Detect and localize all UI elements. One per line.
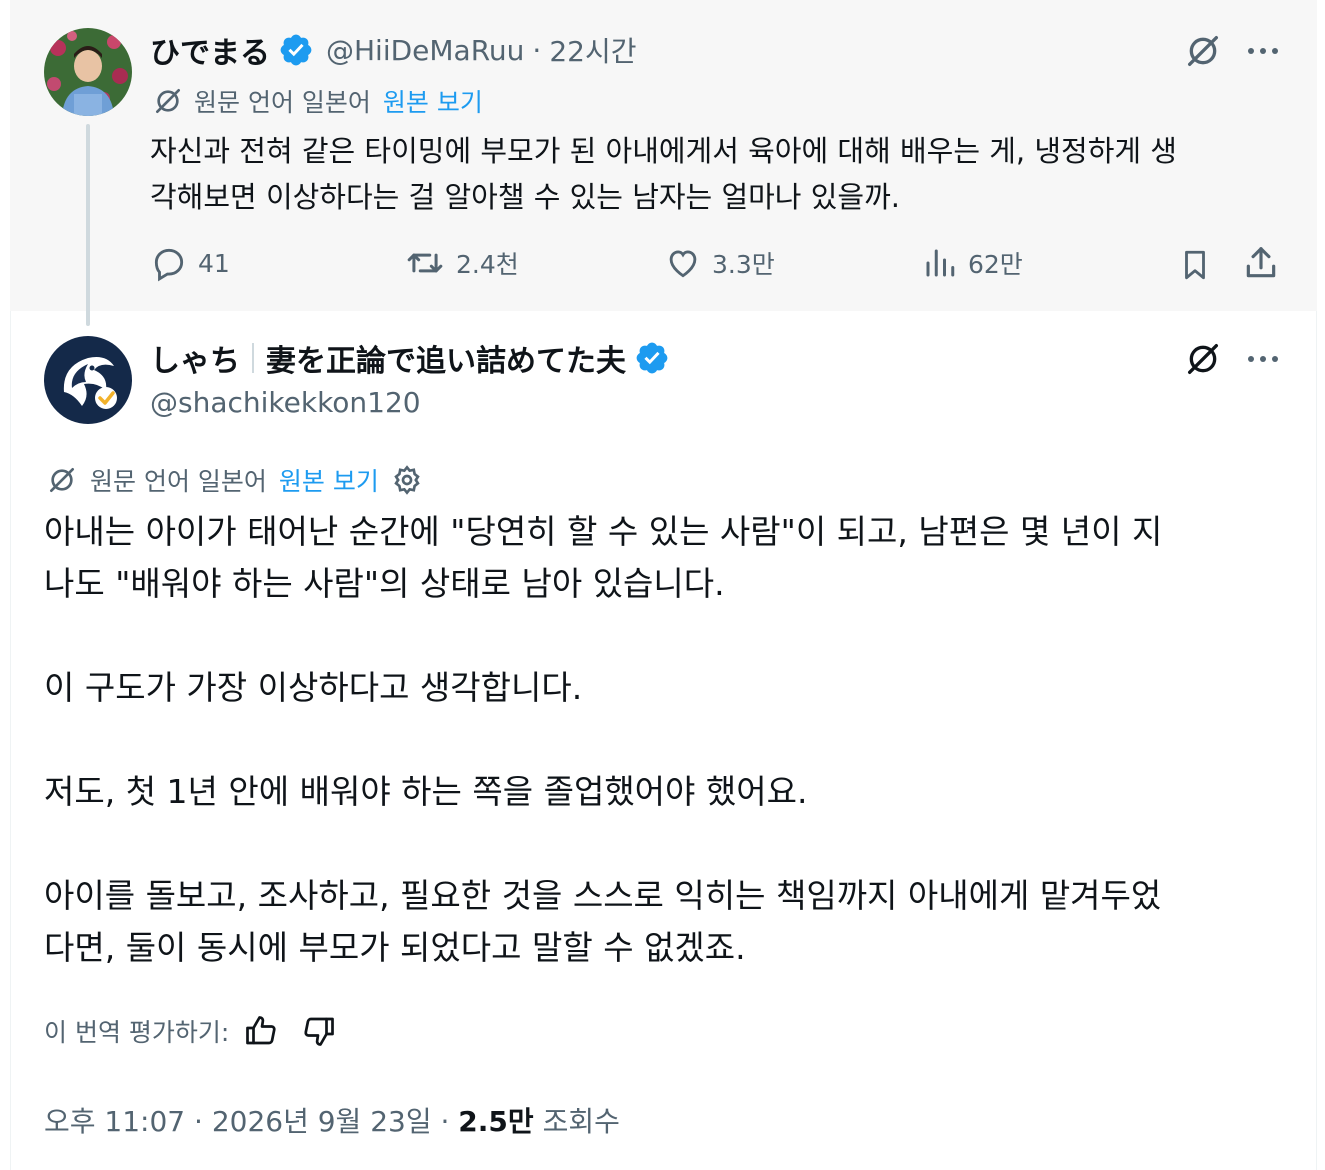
thread-line — [86, 124, 90, 326]
show-original-link[interactable]: 원본 보기 — [279, 462, 379, 498]
parent-author-name[interactable]: ひでまる — [150, 28, 270, 72]
like-button[interactable]: 3.3만 — [664, 244, 775, 282]
text-line: 저도, 첫 1년 안에 배워야 하는 쪽을 졸업했어야 했어요. — [44, 772, 808, 811]
main-handle[interactable]: @shachikekkon120 — [150, 386, 421, 419]
repost-button[interactable]: 2.4천 — [404, 244, 519, 282]
views-count: 62만 — [968, 250, 1023, 279]
text-line: 나도 "배워야 하는 사람"의 상태로 남아 있습니다. — [44, 564, 725, 603]
views-button[interactable]: 62만 — [922, 244, 1023, 282]
main-header: しゃち 妻を正論で追い詰めてた夫 — [150, 336, 670, 380]
settings-icon[interactable] — [391, 464, 423, 496]
parent-avatar[interactable] — [44, 28, 132, 116]
parent-tweet-text: 자신과 전혀 같은 타이밍에 부모가 된 아내에게서 육아에 대해 배우는 게,… — [150, 128, 1177, 220]
parent-handle[interactable]: @HiiDeMaRuu — [326, 34, 524, 67]
text-line: 다면, 둘이 동시에 부모가 되었다고 말할 수 없겠죠. — [44, 928, 746, 967]
like-icon — [669, 250, 697, 278]
grok-icon[interactable] — [1180, 336, 1226, 382]
like-count: 3.3만 — [712, 250, 775, 279]
repost-count: 2.4천 — [456, 250, 519, 279]
views-count: 2.5만 — [458, 1105, 534, 1138]
main-author-bio[interactable]: 妻を正論で追い詰めてた夫 — [266, 336, 626, 380]
show-original-link[interactable]: 원본 보기 — [383, 83, 483, 119]
main-handle-row: @shachikekkon120 — [150, 382, 421, 422]
bookmark-icon[interactable] — [1174, 244, 1216, 286]
rate-translation-label: 이 번역 평가하기: — [44, 1018, 230, 1047]
tweet-meta: 오후 11:07 · 2026년 9월 23일 · 2.5만 조회수 — [44, 1098, 620, 1142]
text-line: 아내는 아이가 태어난 순간에 "당연히 할 수 있는 사람"이 되고, 남편은… — [44, 512, 1163, 551]
reply-count: 41 — [198, 248, 230, 278]
main-author-name[interactable]: しゃち — [150, 336, 240, 380]
views-icon — [926, 249, 955, 277]
reply-icon — [154, 248, 184, 282]
repost-icon — [407, 253, 443, 273]
thumbs-up-icon[interactable] — [243, 1013, 279, 1049]
main-tweet-text: 아내는 아이가 태어난 순간에 "당연히 할 수 있는 사람"이 되고, 남편은… — [44, 506, 1162, 974]
parent-translation-bar: 원문 언어 일본어 원본 보기 — [152, 84, 483, 118]
thumbs-down-icon[interactable] — [301, 1013, 337, 1049]
verified-icon — [634, 340, 670, 376]
reply-button[interactable]: 41 — [150, 244, 230, 282]
parent-time[interactable]: 22시간 — [549, 30, 636, 70]
timestamp[interactable]: 오후 11:07 · 2026년 9월 23일 · — [44, 1100, 458, 1140]
translation-note: 원문 언어 일본어 — [194, 88, 371, 117]
grok-icon[interactable] — [1180, 28, 1226, 74]
translation-note: 원문 언어 일본어 — [90, 467, 267, 496]
translate-icon — [152, 85, 184, 117]
name-divider — [252, 343, 254, 373]
separator: · — [532, 33, 542, 67]
main-translation-bar: 원문 언어 일본어 원본 보기 — [46, 462, 423, 498]
translate-icon — [46, 464, 78, 496]
views-label: 조회수 — [533, 1105, 620, 1138]
text-line: 각해보면 이상하다는 걸 알아챌 수 있는 남자는 얼마나 있을까. — [150, 180, 900, 214]
verified-icon — [278, 32, 314, 68]
main-avatar[interactable] — [44, 336, 132, 424]
more-icon[interactable] — [1240, 28, 1286, 74]
share-icon[interactable] — [1240, 242, 1282, 284]
text-line: 자신과 전혀 같은 타이밍에 부모가 된 아내에게서 육아에 대해 배우는 게,… — [150, 134, 1177, 168]
text-line: 이 구도가 가장 이상하다고 생각합니다. — [44, 668, 583, 707]
text-line: 아이를 돌보고, 조사하고, 필요한 것을 스스로 익히는 책임까지 아내에게 … — [44, 876, 1162, 915]
parent-header: ひでまる @HiiDeMaRuu · 22시간 — [150, 28, 636, 72]
rate-translation: 이 번역 평가하기: — [44, 1010, 337, 1052]
more-icon[interactable] — [1240, 336, 1286, 382]
